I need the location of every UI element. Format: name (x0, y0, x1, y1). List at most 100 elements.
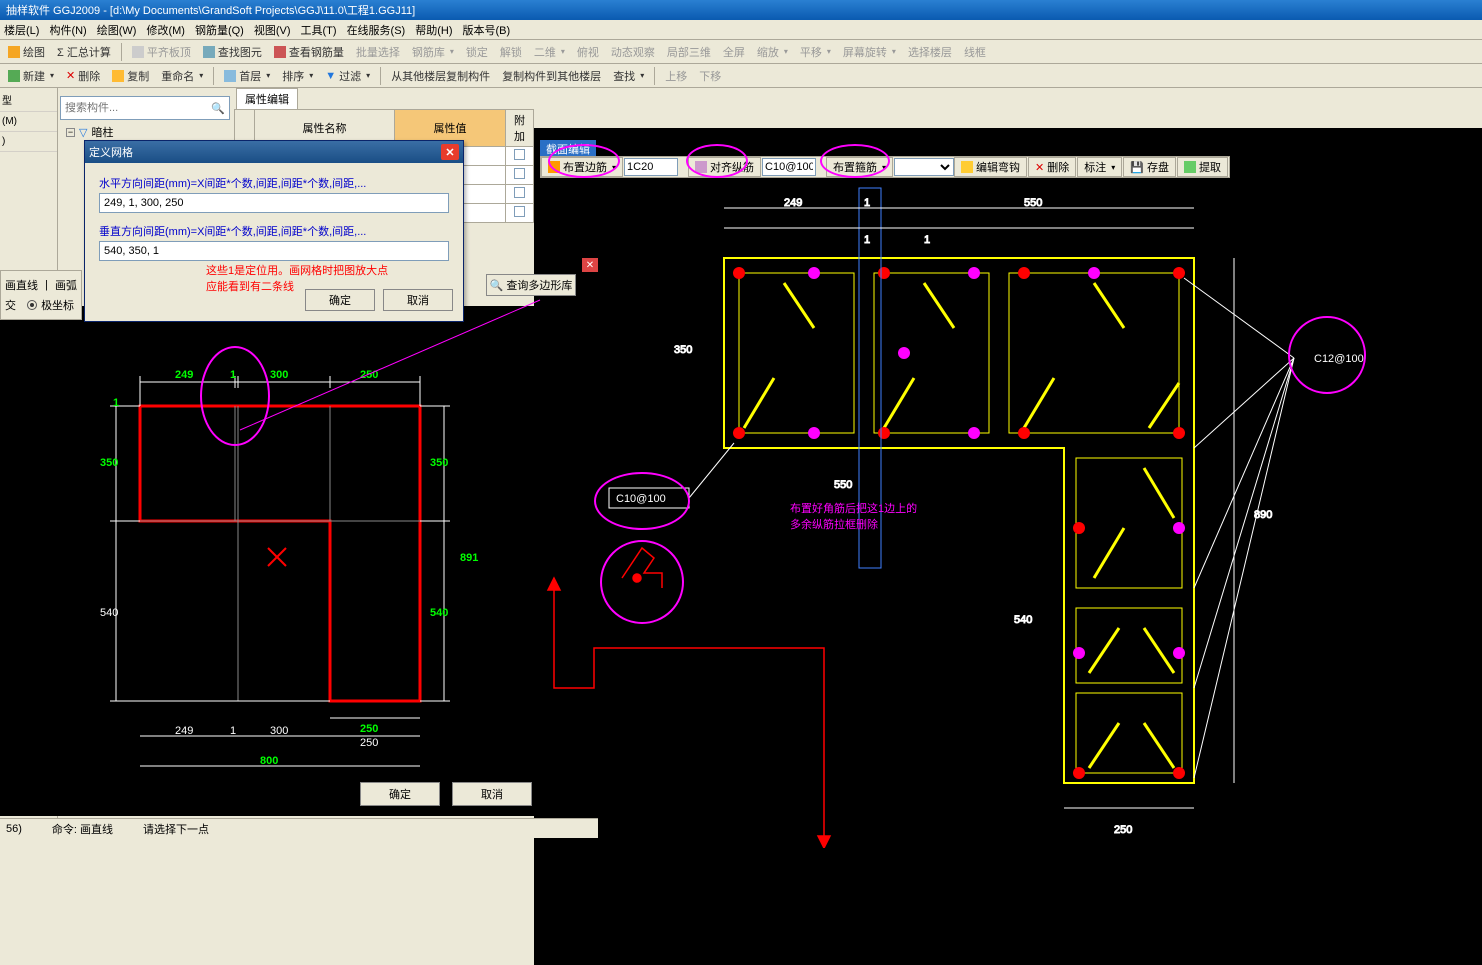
mode-polar: 极坐标 (41, 297, 74, 313)
tb-wireframe[interactable]: 线框 (960, 43, 990, 61)
menu-floor[interactable]: 楼层(L) (4, 22, 39, 38)
sec-save-btn[interactable]: 💾存盘 (1123, 157, 1176, 177)
v-spacing-input[interactable] (99, 241, 449, 261)
panel-row-blank[interactable]: ) (0, 132, 57, 152)
svg-text:891: 891 (460, 552, 478, 564)
svg-text:350: 350 (674, 344, 692, 356)
tb-down[interactable]: 下移 (695, 67, 725, 85)
panel-row-m[interactable]: (M) (0, 112, 57, 132)
sec-label-btn[interactable]: 标注 (1077, 157, 1122, 177)
tb-full[interactable]: 全屏 (719, 43, 749, 61)
tb-copyfrom[interactable]: 从其他楼层复制构件 (387, 67, 494, 85)
tb-flat[interactable]: 平齐板顶 (128, 43, 195, 61)
svg-text:540: 540 (1014, 614, 1032, 626)
svg-text:540: 540 (430, 607, 448, 619)
hook-icon (961, 161, 973, 173)
tb-persp[interactable]: 俯视 (573, 43, 603, 61)
checkbox[interactable] (514, 149, 525, 160)
tb-dyn[interactable]: 动态观察 (607, 43, 659, 61)
menu-online[interactable]: 在线服务(S) (347, 22, 406, 38)
tb-filter[interactable]: ▼过滤 (321, 67, 374, 85)
menu-draw[interactable]: 绘图(W) (97, 22, 137, 38)
sec-align-btn[interactable]: 对齐纵筋 (688, 157, 761, 177)
menu-modify[interactable]: 修改(M) (146, 22, 185, 38)
svg-text:350: 350 (430, 457, 448, 469)
sec-stirrup-select[interactable] (894, 158, 954, 176)
menu-tool[interactable]: 工具(T) (301, 22, 337, 38)
tb-copy[interactable]: 复制 (108, 67, 153, 85)
property-tab[interactable]: 属性编辑 (236, 88, 298, 109)
sec-extract-btn[interactable]: 提取 (1177, 157, 1228, 177)
cmd-value: 画直线 (80, 824, 113, 836)
edge-icon (548, 161, 560, 173)
floor-icon (224, 70, 236, 82)
sec-edge-btn[interactable]: 布置边筋 (541, 157, 623, 177)
tb-batch[interactable]: 批量选择 (352, 43, 404, 61)
menu-view[interactable]: 视图(V) (254, 22, 291, 38)
tb-rename[interactable]: 重命名 (157, 67, 207, 85)
filter-icon: ▽ (79, 126, 87, 139)
panel-row-type[interactable]: 型 (0, 88, 57, 112)
dialog-titlebar[interactable]: 定义网格 ✕ (85, 141, 463, 163)
tb-screenrot[interactable]: 屏幕旋转 (839, 43, 900, 61)
tb-pan[interactable]: 平移 (796, 43, 835, 61)
checkbox[interactable] (514, 168, 525, 179)
tb-selfloor[interactable]: 选择楼层 (904, 43, 956, 61)
h-spacing-input[interactable] (99, 193, 449, 213)
menu-version[interactable]: 版本号(B) (463, 22, 511, 38)
mode-line[interactable]: 画直线 (5, 277, 38, 293)
status-bar: 56) 命令: 画直线 请选择下一点 (0, 818, 598, 838)
tb-find[interactable]: 查找 (609, 67, 648, 85)
tree-label: 暗柱 (91, 124, 113, 140)
dialog-cancel-button[interactable]: 取消 (383, 289, 453, 311)
tb-unlock[interactable]: 解锁 (496, 43, 526, 61)
tb-zoom[interactable]: 缩放 (753, 43, 792, 61)
mode-arc[interactable]: 画弧 (55, 277, 77, 293)
mode-ortho[interactable]: 交 (5, 297, 16, 313)
sec-stirrup-btn[interactable]: 布置箍筋 (826, 157, 893, 177)
tb-rebarlib[interactable]: 钢筋库 (408, 43, 458, 61)
status-prompt: 请选择下一点 (143, 821, 209, 837)
panel-close-button[interactable]: ✕ (582, 258, 598, 272)
tb-floor[interactable]: 首层 (220, 67, 274, 85)
sec-del-btn[interactable]: ✕删除 (1028, 157, 1076, 177)
component-search[interactable]: 🔍 (60, 96, 230, 120)
query-polygon-button[interactable]: 🔍查询多边形库 (486, 274, 576, 296)
svg-text:C12@100: C12@100 (1314, 353, 1364, 365)
tb-viewrebar[interactable]: 查看钢筋量 (270, 43, 348, 61)
svg-text:540: 540 (100, 607, 118, 619)
tb-findg[interactable]: 查找图元 (199, 43, 266, 61)
tb-del[interactable]: ✕删除 (62, 67, 104, 85)
menu-component[interactable]: 构件(N) (49, 22, 86, 38)
tb-2d[interactable]: 二维 (530, 43, 569, 61)
ok-button[interactable]: 确定 (360, 782, 440, 806)
tb-lock[interactable]: 锁定 (462, 43, 492, 61)
align-icon (695, 161, 707, 173)
radio-polar[interactable] (27, 300, 37, 310)
tree-root[interactable]: − ▽ 暗柱 (60, 122, 230, 142)
tb-sum[interactable]: Σ 汇总计算 (53, 43, 115, 61)
right-drawing: 249 1 550 1 1 350 890 540 550 250 C10@10… (534, 128, 1482, 848)
menu-help[interactable]: 帮助(H) (415, 22, 452, 38)
tb-copyto[interactable]: 复制构件到其他楼层 (498, 67, 605, 85)
tb-sort[interactable]: 排序 (278, 67, 317, 85)
tb-draw[interactable]: 绘图 (4, 43, 49, 61)
search-icon[interactable]: 🔍 (211, 102, 225, 115)
checkbox[interactable] (514, 187, 525, 198)
checkbox[interactable] (514, 206, 525, 217)
toolbar-2: 新建 ✕删除 复制 重命名 首层 排序 ▼过滤 从其他楼层复制构件 复制构件到其… (0, 64, 1482, 88)
sec-edge-input[interactable] (624, 158, 678, 176)
tb-new[interactable]: 新建 (4, 67, 58, 85)
dialog-close-button[interactable]: ✕ (441, 144, 459, 160)
sec-edithook-btn[interactable]: 编辑弯钩 (954, 157, 1027, 177)
find-icon (203, 46, 215, 58)
section-toolbar: 布置边筋 对齐纵筋 布置箍筋 编辑弯钩 ✕删除 标注 💾存盘 提取 (540, 156, 1230, 178)
tb-local3d[interactable]: 局部三维 (663, 43, 715, 61)
menu-rebar[interactable]: 钢筋量(Q) (195, 22, 244, 38)
separator (380, 67, 381, 85)
tb-up[interactable]: 上移 (661, 67, 691, 85)
cancel-button[interactable]: 取消 (452, 782, 532, 806)
search-input[interactable] (65, 102, 211, 114)
sec-align-input[interactable] (762, 158, 816, 176)
tree-collapse-icon[interactable]: − (66, 128, 75, 137)
